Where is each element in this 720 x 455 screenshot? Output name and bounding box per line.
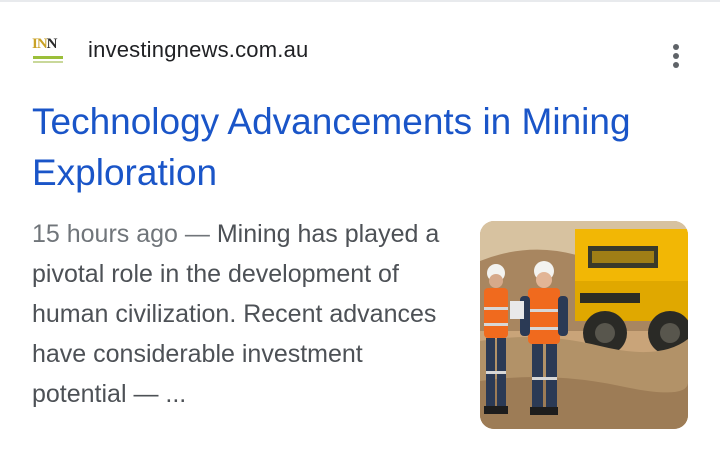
time-separator: —: [177, 220, 217, 248]
result-snippet: 15 hours ago — Mining has played a pivot…: [32, 214, 457, 414]
source-row[interactable]: INN investingnews.com.au: [30, 32, 308, 68]
result-title-link[interactable]: Technology Advancements in Mining Explor…: [32, 96, 652, 198]
source-name[interactable]: investingnews.com.au: [88, 37, 308, 63]
mining-workers-photo: [480, 221, 688, 429]
inn-logo-icon: INN: [30, 32, 66, 68]
more-vert-icon[interactable]: [664, 40, 688, 72]
result-thumbnail[interactable]: [480, 221, 688, 429]
search-result-card: INN investingnews.com.au Technology Adva…: [0, 0, 720, 455]
snippet-text: Mining has played a pivotal role in the …: [32, 220, 440, 408]
result-time: 15 hours ago: [32, 220, 178, 248]
